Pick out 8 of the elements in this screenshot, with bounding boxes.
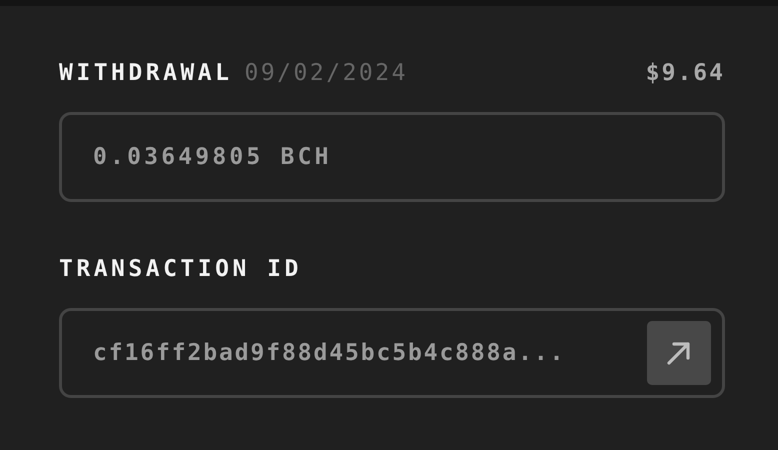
- transaction-id-value: cf16ff2bad9f88d45bc5b4c888a...: [93, 340, 566, 366]
- withdrawal-label: WITHDRAWAL: [59, 60, 232, 86]
- withdrawal-date: 09/02/2024: [244, 60, 408, 86]
- usd-value: $9.64: [646, 60, 725, 86]
- transaction-id-label: TRANSACTION ID: [59, 256, 302, 282]
- amount-field: 0.03649805 BCH: [59, 112, 725, 202]
- arrow-icon: [666, 340, 692, 366]
- external-link-button[interactable]: [647, 321, 711, 385]
